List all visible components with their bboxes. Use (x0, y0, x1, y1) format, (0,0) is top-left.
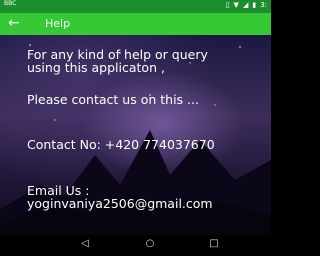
status-left-badge: BBC (4, 0, 17, 7)
status-bar: BBC ▯ ▼ ◢ ▮ 3: (0, 0, 271, 13)
contact-prompt-text: Please contact us on this ... (27, 92, 199, 107)
page-title: Help (45, 17, 71, 30)
status-time: 3: (260, 1, 267, 9)
help-intro-text: For any kind of help or query using this… (27, 47, 208, 75)
contact-number-text[interactable]: Contact No: +420 774037670 (27, 138, 215, 151)
nav-recent-icon[interactable]: □ (206, 238, 222, 252)
wifi-icon: ▼ (233, 1, 239, 9)
nav-home-icon[interactable]: ○ (142, 238, 158, 252)
nav-back-icon[interactable]: ◁ (77, 238, 93, 252)
email-text[interactable]: Email Us : yoginvaniya2506@gmail.com (27, 184, 213, 210)
back-arrow-icon[interactable]: ← (8, 15, 20, 31)
battery-icon: ▮ (252, 1, 257, 9)
signal-icon: ◢ (242, 1, 249, 9)
vibrate-icon: ▯ (225, 1, 230, 9)
status-icons: ▯ ▼ ◢ ▮ 3: (226, 1, 267, 9)
app-bar: ← Help (0, 13, 271, 35)
system-nav-bar: ◁ ○ □ (0, 235, 271, 256)
help-content: For any kind of help or query using this… (0, 35, 271, 235)
